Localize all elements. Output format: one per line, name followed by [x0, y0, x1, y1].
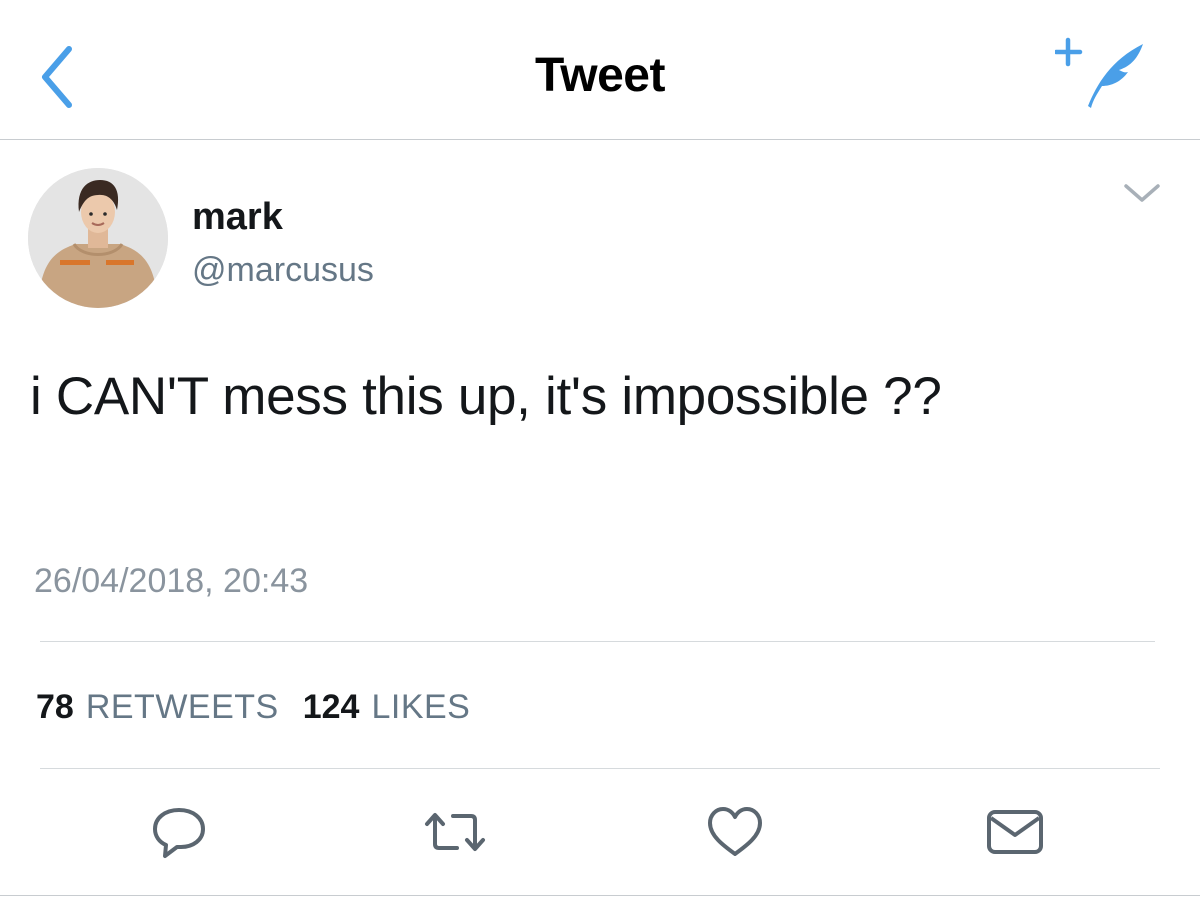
avatar[interactable]: [28, 168, 168, 308]
tweet-text: i CAN'T mess this up, it's impossible ??: [30, 367, 942, 426]
reply-button[interactable]: [144, 800, 214, 864]
tweet-detail-screen: Tweet mark @marcusus i CAN'T mess this u…: [0, 0, 1200, 898]
likes-stat[interactable]: 124 LIKES: [303, 688, 471, 727]
compose-tweet-button[interactable]: [1055, 36, 1150, 111]
chevron-down-icon: [1124, 184, 1160, 202]
likes-count: 124: [302, 688, 360, 726]
author-display-name[interactable]: mark: [192, 196, 283, 239]
divider: [0, 895, 1200, 896]
retweet-button[interactable]: [420, 800, 490, 864]
nav-header: Tweet: [0, 0, 1200, 140]
like-button[interactable]: [700, 800, 770, 864]
retweets-stat[interactable]: 78 RETWEETS: [36, 688, 279, 727]
compose-tweet-icon: [1055, 37, 1143, 108]
likes-label: LIKES: [371, 688, 471, 726]
like-icon: [708, 807, 762, 856]
author-handle[interactable]: @marcusus: [192, 251, 374, 290]
reply-icon: [153, 808, 205, 858]
profile-photo: [28, 168, 168, 308]
direct-message-icon: [987, 810, 1043, 854]
direct-message-button[interactable]: [980, 800, 1050, 864]
retweet-icon: [425, 813, 485, 851]
tweet-stats: 78 RETWEETS 124 LIKES: [36, 688, 470, 727]
divider: [40, 768, 1160, 769]
tweet-options-button[interactable]: [1118, 176, 1166, 212]
retweets-count: 78: [36, 688, 74, 726]
tweet-timestamp: 26/04/2018, 20:43: [34, 562, 309, 600]
divider: [40, 641, 1155, 642]
page-title: Tweet: [535, 49, 665, 102]
retweets-label: RETWEETS: [85, 688, 279, 726]
